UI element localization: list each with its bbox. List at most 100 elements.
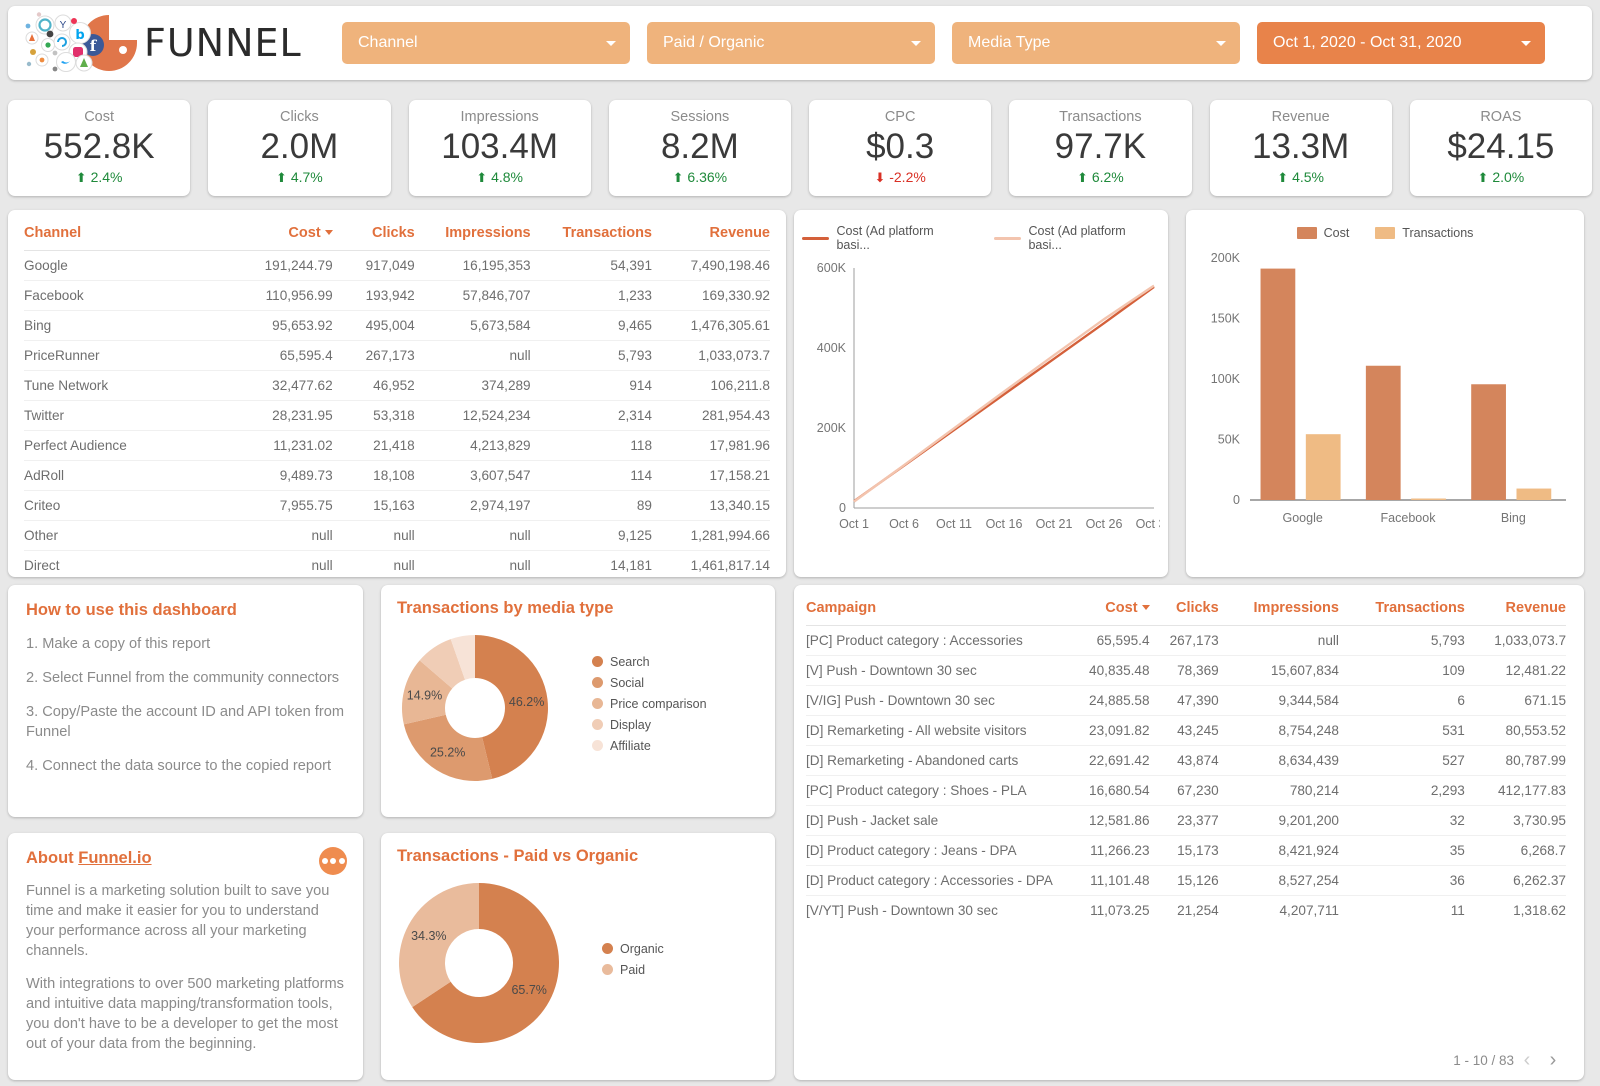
cell-campaign: [D] Remarketing - Abandoned carts	[806, 753, 1019, 768]
cell-revenue: 1,033,073.7	[698, 348, 770, 363]
filter-media-type-label: Media Type	[968, 34, 1051, 51]
cell-impressions: 2,974,197	[470, 498, 531, 513]
cell-transactions: 5,793	[617, 348, 652, 363]
column-header-clicks[interactable]: Clicks	[333, 220, 415, 251]
table-row[interactable]: AdRoll 9,489.73 18,108 3,607,547 114 17,158.2…	[24, 460, 770, 491]
table-row[interactable]: [PC] Product category : Accessories 65,59…	[806, 625, 1566, 656]
kpi-delta: ⬆ 2.4%	[75, 169, 123, 185]
chevron-down-icon	[606, 41, 616, 46]
table-row[interactable]: Tune Network 32,477.62 46,952 374,289 914 106…	[24, 370, 770, 401]
filter-paid-organic[interactable]: Paid / Organic	[647, 22, 935, 64]
about-paragraph: Funnel is a marketing solution built to …	[26, 883, 330, 959]
column-header-revenue[interactable]: Revenue	[652, 220, 770, 251]
table-row[interactable]: [D] Product category : Jeans - DPA 11,266…	[806, 835, 1566, 866]
table-row[interactable]: Criteo 7,955.75 15,163 2,974,197 89 13,340.15	[24, 490, 770, 521]
about-title-prefix: About	[26, 849, 79, 867]
table-row[interactable]: [D] Product category : Accessories - DPA…	[806, 865, 1566, 896]
table-row[interactable]: Google 191,244.79 917,049 16,195,353 54,391 7…	[24, 250, 770, 281]
table-row[interactable]: [V/YT] Push - Downtown 30 sec 11,073.25 21…	[806, 895, 1566, 926]
filter-media-type[interactable]: Media Type	[952, 22, 1240, 64]
kpi-delta: ⬆ 4.7%	[276, 169, 323, 185]
column-header-impressions[interactable]: Impressions	[1219, 595, 1339, 626]
kpi-card-cost: Cost 552.8K ⬆ 2.4%	[8, 100, 191, 196]
table-row[interactable]: [D] Remarketing - Abandoned carts 22,691.…	[806, 745, 1566, 776]
table-row[interactable]: [V/IG] Push - Downtown 30 sec 24,885.58 47…	[806, 685, 1566, 716]
pagination: 1 - 10 / 83 ‹ ›	[1453, 1050, 1566, 1070]
transactions-paid-vs-organic-panel: Transactions - Paid vs Organic 65.7% 34.3…	[381, 833, 775, 1080]
svg-text:14.9%: 14.9%	[407, 688, 442, 702]
column-header-clicks[interactable]: Clicks	[1150, 595, 1219, 626]
kpi-value: $24.15	[1447, 127, 1555, 166]
cell-transactions: 914	[629, 378, 652, 393]
table-row[interactable]: Direct null null null 14,181 1,461,817.14	[24, 550, 770, 578]
kpi-card-impressions: Impressions 103.4M ⬆ 4.8%	[408, 100, 591, 196]
svg-text:Oct 26: Oct 26	[1086, 517, 1123, 531]
filter-date-range[interactable]: Oct 1, 2020 - Oct 31, 2020	[1257, 22, 1545, 64]
transactions-by-media-type-panel: Transactions by media type 46.2% 25.2% 14.…	[381, 585, 775, 817]
column-header-transactions[interactable]: Transactions	[1339, 595, 1464, 626]
campaign-performance-table: Campaign Cost Clicks Impressions Transaction…	[794, 585, 1584, 1080]
cell-impressions: null	[509, 348, 531, 363]
cell-revenue: 12,481.22	[1505, 663, 1566, 678]
cell-cost: 65,595.4	[279, 348, 333, 363]
cell-revenue: 1,033,073.7	[1494, 633, 1566, 648]
filter-date-range-label: Oct 1, 2020 - Oct 31, 2020	[1273, 34, 1462, 51]
svg-text:600K: 600K	[817, 261, 847, 275]
legend-swatch	[592, 719, 603, 730]
table-row[interactable]: Twitter 28,231.95 53,318 12,524,234 2,314 281…	[24, 400, 770, 431]
cell-impressions: 12,524,234	[462, 408, 531, 423]
svg-text:50K: 50K	[1218, 433, 1241, 447]
cell-channel: Criteo	[24, 498, 61, 513]
column-header-channel[interactable]: Channel	[24, 220, 240, 251]
cell-campaign: [D] Push - Jacket sale	[806, 813, 939, 828]
table-row[interactable]: [D] Remarketing - All website visitors 23…	[806, 715, 1566, 746]
cell-channel: Google	[24, 258, 68, 273]
funnel-io-link[interactable]: Funnel.io	[78, 849, 151, 867]
panel-title: Transactions by media type	[397, 599, 614, 617]
table-row[interactable]: Bing 95,653.92 495,004 5,673,584 9,465 1,476,…	[24, 310, 770, 341]
chevron-right-icon[interactable]: ›	[1540, 1050, 1566, 1070]
sort-descending-icon	[1141, 605, 1150, 610]
column-header-impressions[interactable]: Impressions	[415, 220, 530, 251]
kpi-value: $0.3	[866, 127, 935, 166]
svg-text:0: 0	[839, 501, 846, 515]
chevron-left-icon[interactable]: ‹	[1514, 1050, 1540, 1070]
cell-channel: AdRoll	[24, 468, 65, 483]
cell-clicks: 15,173	[1177, 843, 1219, 858]
table-row[interactable]: [V] Push - Downtown 30 sec 40,835.48 78,36…	[806, 655, 1566, 686]
legend-label: Price comparison	[610, 696, 707, 711]
cell-channel: Direct	[24, 558, 60, 573]
legend-item: Display	[592, 718, 707, 732]
arrow-up-icon: ⬆	[276, 170, 287, 185]
legend-label: Cost	[1323, 226, 1350, 240]
table-row[interactable]: Facebook 110,956.99 193,942 57,846,707 1,233…	[24, 280, 770, 311]
brand-name: FUNNEL	[144, 21, 302, 65]
legend-swatch	[592, 656, 603, 667]
table-row[interactable]: [PC] Product category : Shoes - PLA 16,68…	[806, 775, 1566, 806]
filter-channel[interactable]: Channel	[342, 22, 630, 64]
legend-label: Social	[610, 675, 645, 690]
table-row[interactable]: PriceRunner 65,595.4 267,173 null 5,793 1,033…	[24, 340, 770, 371]
kpi-delta: ⬇ -2.2%	[874, 169, 926, 185]
kpi-delta: ⬆ 6.2%	[1077, 169, 1124, 185]
more-dots-icon[interactable]	[319, 847, 347, 875]
column-header-cost[interactable]: Cost	[240, 220, 333, 251]
legend-label: Organic	[620, 941, 664, 956]
cell-channel: Bing	[24, 318, 52, 333]
svg-text:400K: 400K	[817, 341, 847, 355]
legend-item: Affiliate	[592, 739, 707, 753]
svg-text:150K: 150K	[1211, 312, 1241, 326]
table-row[interactable]: [D] Push - Jacket sale 12,581.86 23,377 9,2…	[806, 805, 1566, 836]
column-header-revenue[interactable]: Revenue	[1465, 595, 1566, 626]
column-header-transactions[interactable]: Transactions	[531, 220, 652, 251]
column-header-campaign[interactable]: Campaign	[806, 595, 1064, 626]
table-row[interactable]: Other null null null 9,125 1,281,994.66	[24, 520, 770, 551]
cell-transactions: 35	[1449, 843, 1465, 858]
cell-impressions: 8,527,254	[1278, 873, 1339, 888]
column-header-cost[interactable]: Cost	[1064, 595, 1150, 626]
cell-transactions: 6	[1457, 693, 1465, 708]
table-row[interactable]: Perfect Audience 11,231.02 21,418 4,213,829…	[24, 430, 770, 461]
cell-transactions: 11	[1450, 903, 1465, 918]
legend-item: Paid	[602, 963, 664, 977]
cell-clicks: 21,254	[1177, 903, 1219, 918]
